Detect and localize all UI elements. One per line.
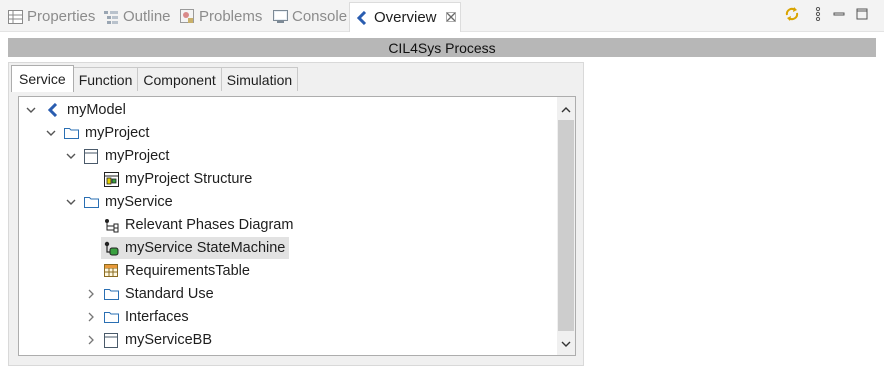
phases-diagram-icon	[103, 217, 119, 233]
vertical-scrollbar[interactable]	[557, 97, 575, 355]
folder-icon	[83, 194, 99, 210]
state-machine-icon	[103, 240, 119, 256]
tree-item-interfaces[interactable]: Interfaces	[103, 306, 189, 328]
properties-icon	[7, 9, 23, 25]
process-tabs: Service Function Component Simulation	[11, 65, 299, 92]
scrollbar-thumb[interactable]	[558, 120, 574, 331]
tree-item-requirements-table[interactable]: RequirementsTable	[103, 260, 250, 282]
tab-properties[interactable]: Properties	[3, 3, 99, 30]
tree-item-label: myProject Structure	[125, 171, 253, 187]
tab-properties-label: Properties	[27, 8, 96, 25]
tree-item-label: Standard Use	[125, 286, 214, 302]
tree-item-standard-use[interactable]: Standard Use	[103, 283, 214, 305]
tab-problems[interactable]: Problems	[175, 3, 266, 30]
tree-item-label: myProject	[105, 148, 170, 164]
tree-item-label: myProject	[85, 125, 150, 141]
model-tree[interactable]: myModel myProject myProject myProject St…	[18, 96, 576, 356]
view-tab-bar: Properties Outline Problems Console Over…	[0, 0, 884, 32]
view-menu-icon[interactable]	[812, 5, 824, 23]
tab-service[interactable]: Service	[11, 65, 74, 92]
scroll-up-icon[interactable]	[560, 103, 572, 115]
tab-simulation[interactable]: Simulation	[220, 67, 299, 91]
chevron-down-icon[interactable]	[45, 127, 57, 139]
problems-icon	[179, 9, 195, 25]
minimize-icon[interactable]	[832, 5, 846, 23]
requirements-table-icon	[103, 263, 119, 279]
tree-item-label: myService	[105, 194, 173, 210]
tree-item-myservice-statemachine[interactable]: myService StateMachine	[101, 237, 289, 259]
folder-icon	[63, 125, 79, 141]
tab-outline[interactable]: Outline	[99, 3, 175, 30]
overview-icon	[354, 10, 370, 26]
block-icon	[103, 332, 119, 348]
sync-icon[interactable]	[783, 5, 801, 23]
maximize-icon[interactable]	[855, 5, 869, 23]
chevron-down-icon[interactable]	[65, 150, 77, 162]
chevron-right-icon[interactable]	[85, 334, 97, 346]
structure-diagram-icon	[103, 171, 119, 187]
tab-overview-label: Overview	[374, 9, 437, 26]
console-icon	[272, 9, 288, 25]
block-icon	[83, 148, 99, 164]
chevron-right-icon[interactable]	[85, 311, 97, 323]
tree-item-relevant-phases-diagram[interactable]: Relevant Phases Diagram	[103, 214, 293, 236]
tab-problems-label: Problems	[199, 8, 263, 25]
tree-item-label: myModel	[67, 102, 126, 118]
process-title: CIL4Sys Process	[8, 38, 876, 57]
tree-item-myproject-block[interactable]: myProject	[83, 145, 169, 167]
close-icon[interactable]	[445, 11, 456, 25]
tree-item-myservice[interactable]: myService	[83, 191, 173, 213]
tab-overview[interactable]: Overview	[349, 2, 461, 32]
tree-item-myproject-structure[interactable]: myProject Structure	[103, 168, 252, 190]
tab-console[interactable]: Console	[268, 3, 351, 30]
process-tab-folder: Service Function Component Simulation my…	[8, 62, 584, 366]
chevron-right-icon[interactable]	[85, 288, 97, 300]
tree-item-label: myServiceBB	[125, 332, 213, 348]
tree-item-label: Relevant Phases Diagram	[125, 217, 294, 233]
tree-item-label: Interfaces	[125, 309, 189, 325]
folder-icon	[103, 286, 119, 302]
tree-item-label: myService StateMachine	[125, 240, 286, 256]
tree-item-myproject-folder[interactable]: myProject	[63, 122, 149, 144]
tree-item-myservicebb[interactable]: myServiceBB	[103, 329, 212, 351]
tab-function[interactable]: Function	[72, 67, 139, 91]
folder-icon	[103, 309, 119, 325]
tab-console-label: Console	[292, 8, 348, 25]
model-icon	[45, 102, 61, 118]
tab-outline-label: Outline	[123, 8, 171, 25]
chevron-down-icon[interactable]	[25, 104, 37, 116]
tree-item-label: RequirementsTable	[125, 263, 250, 279]
tab-component[interactable]: Component	[137, 67, 222, 91]
scroll-down-icon[interactable]	[560, 338, 572, 350]
outline-icon	[103, 9, 119, 25]
tree-item-mymodel[interactable]: myModel	[45, 99, 126, 121]
chevron-down-icon[interactable]	[65, 196, 77, 208]
